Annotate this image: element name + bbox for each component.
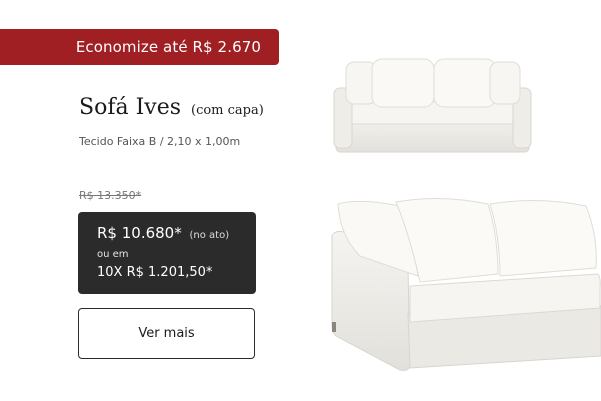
sofa-angled-image: [330, 196, 601, 372]
see-more-label: Ver mais: [138, 326, 195, 341]
product-title: Sofá Ives (com capa): [79, 95, 264, 120]
price-box: R$ 10.680* (no ato) ou em 10X R$ 1.201,5…: [78, 212, 256, 294]
installments: 10X R$ 1.201,50*: [97, 265, 213, 280]
promo-banner: Economize até R$ 2.670: [0, 29, 279, 65]
price-main: R$ 10.680* (no ato): [97, 224, 229, 242]
or-label: ou em: [97, 249, 129, 260]
product-name-suffix: (com capa): [191, 103, 264, 118]
promo-text: Economize até R$ 2.670: [75, 38, 261, 56]
price-note: (no ato): [189, 230, 230, 241]
old-price: R$ 13.350*: [79, 189, 142, 202]
product-name: Sofá Ives: [79, 95, 181, 120]
product-spec: Tecido Faixa B / 2,10 x 1,00m: [79, 135, 241, 148]
sofa-front-image: [332, 56, 533, 154]
current-price: R$ 10.680*: [97, 224, 182, 242]
see-more-button[interactable]: Ver mais: [78, 308, 255, 359]
